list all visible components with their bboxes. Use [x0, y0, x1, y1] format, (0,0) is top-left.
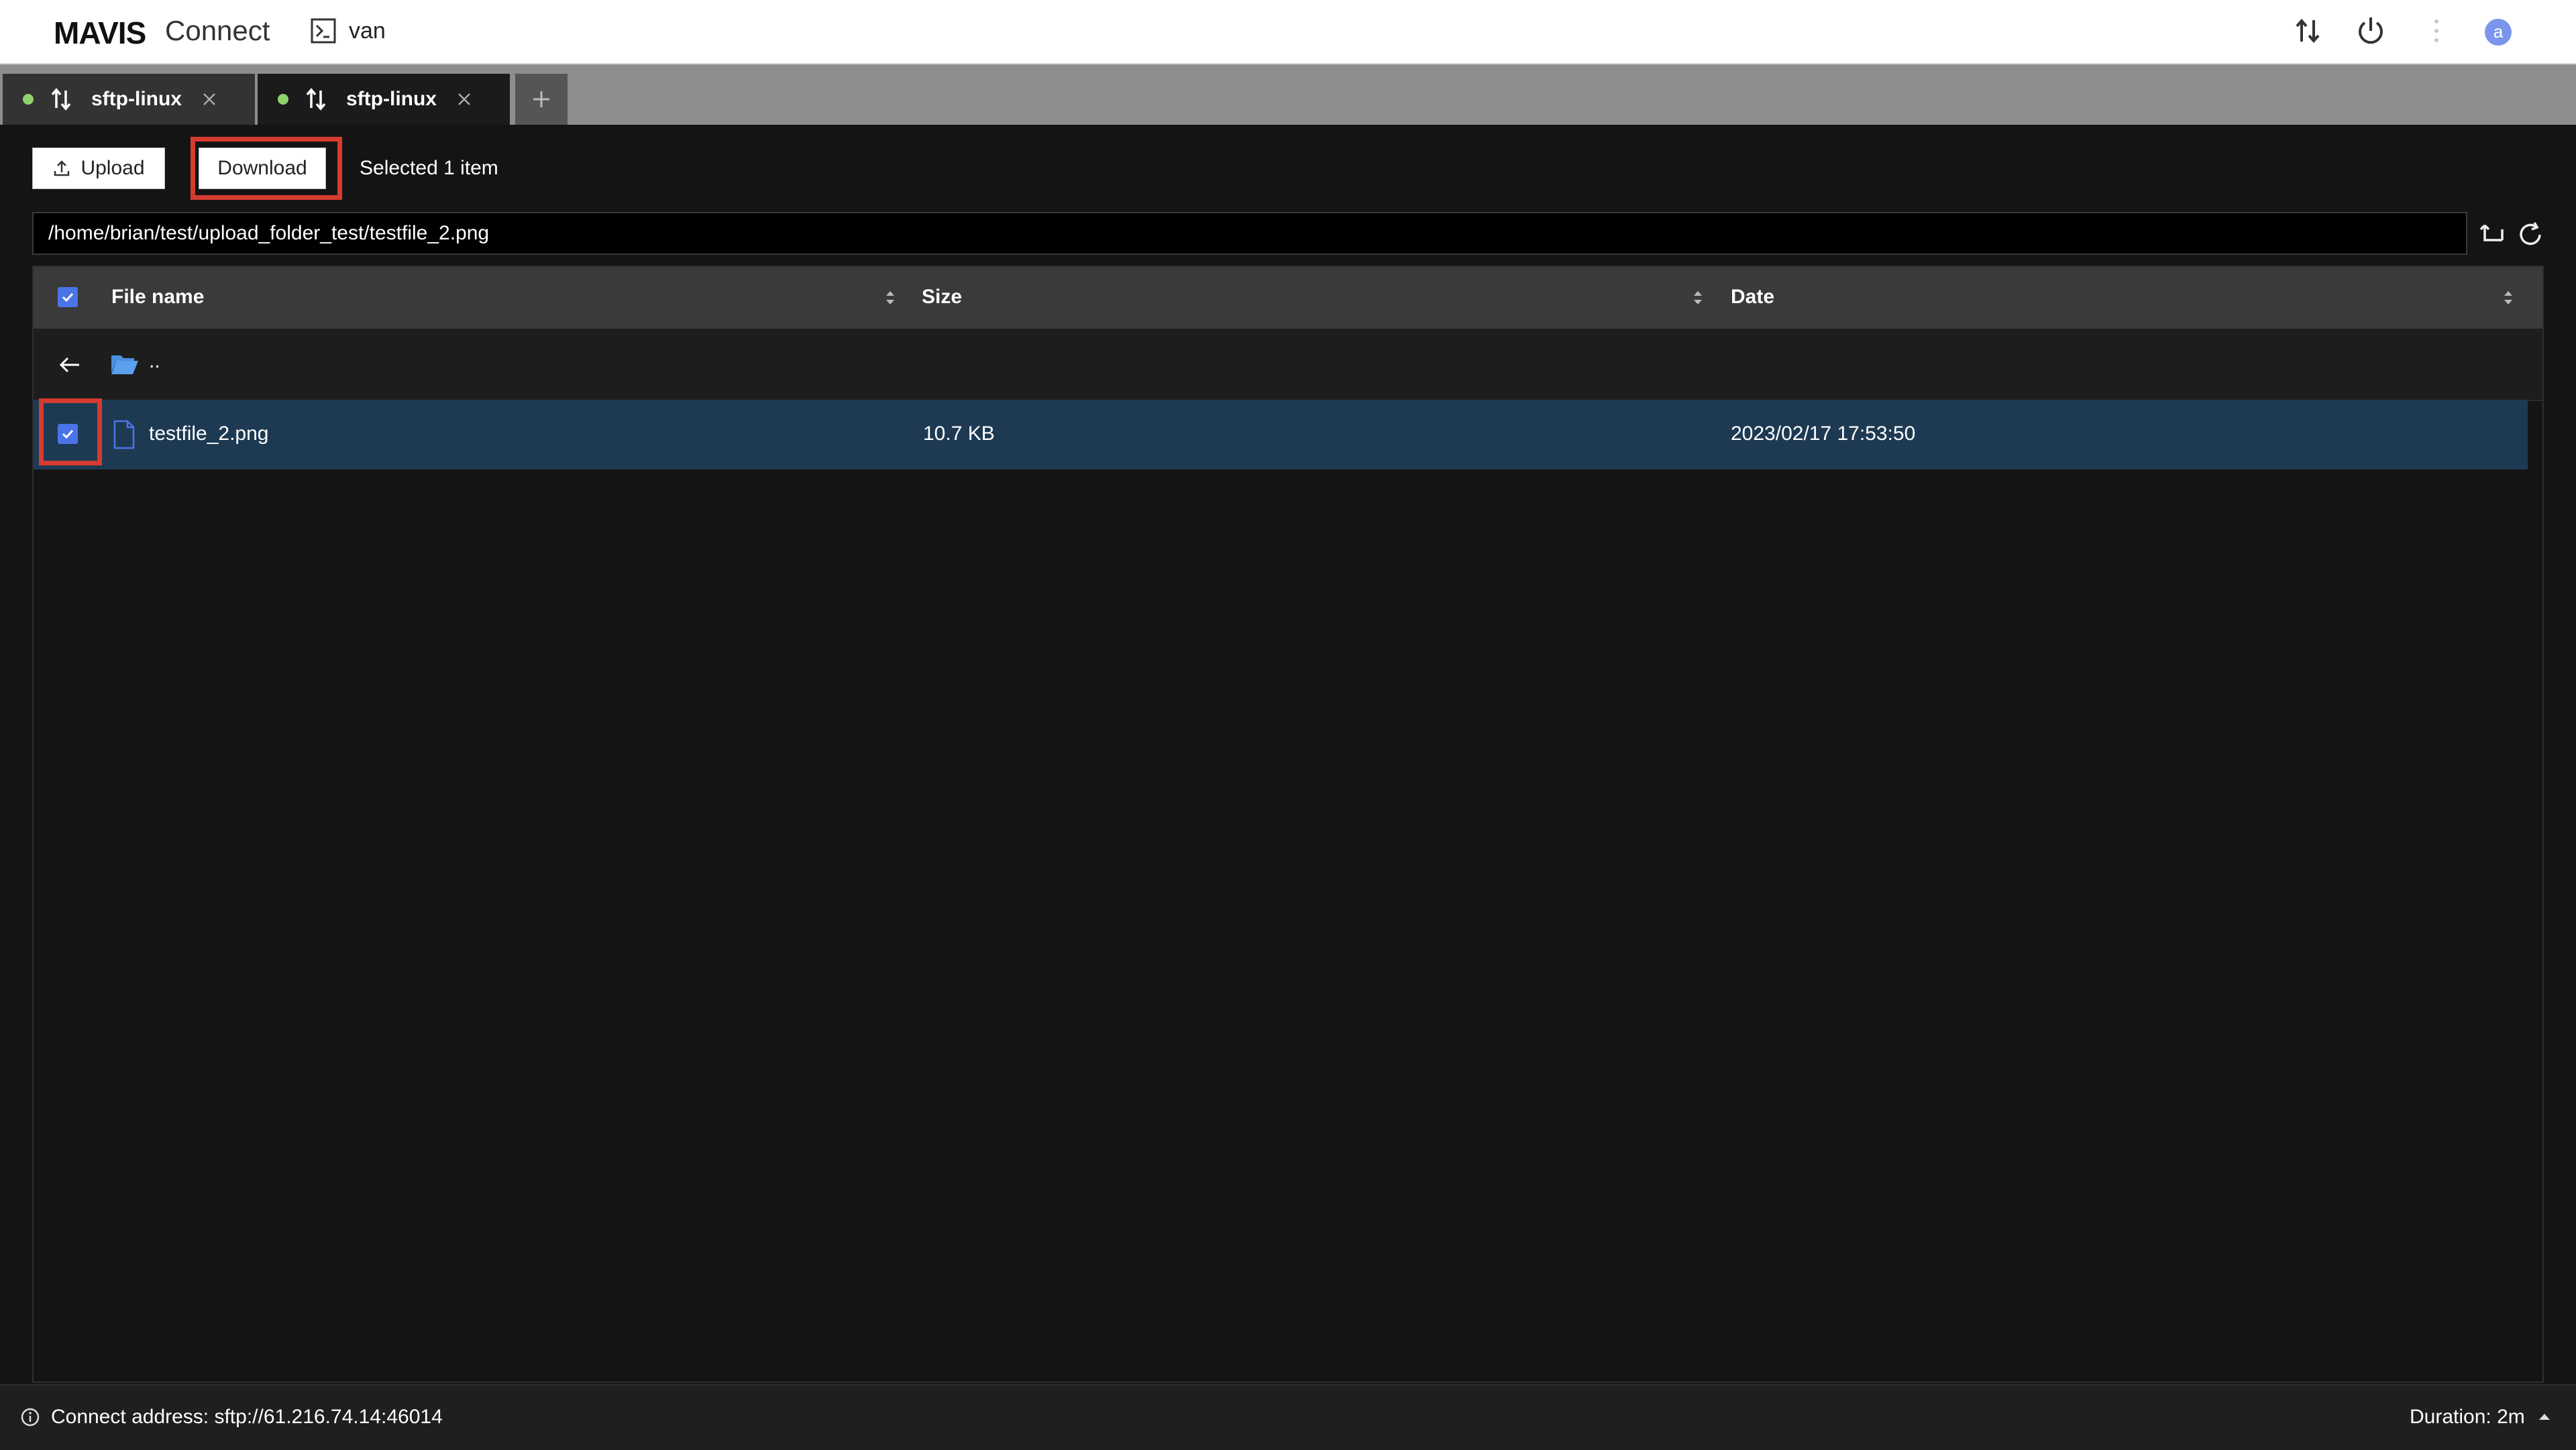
sort-icon[interactable]	[2502, 287, 2514, 309]
add-tab-button[interactable]	[515, 74, 568, 125]
connect-address: Connect address: sftp://61.216.74.14:460…	[51, 1406, 443, 1428]
session-duration: Duration: 2m	[2410, 1406, 2525, 1428]
tab-label: sftp-linux	[346, 88, 437, 110]
top-bar: MAVIS Connect van a	[0, 0, 2576, 64]
caret-up-icon[interactable]	[2537, 1410, 2552, 1425]
table-header: File name Size Date	[34, 267, 2542, 329]
tab-bar: sftp-linux sftp-linux	[0, 64, 2576, 125]
transfer-icon	[303, 87, 329, 112]
app-logo: MAVIS	[54, 15, 146, 50]
sort-icon[interactable]	[884, 287, 896, 309]
file-icon	[113, 420, 136, 449]
info-icon	[20, 1407, 40, 1427]
back-arrow-icon[interactable]	[58, 353, 82, 377]
column-header-date[interactable]: Date	[1731, 286, 1774, 309]
file-size: 10.7 KB	[923, 423, 995, 445]
power-icon[interactable]	[2355, 15, 2387, 47]
upload-icon	[52, 159, 71, 178]
file-name: testfile_2.png	[149, 423, 269, 445]
path-bar[interactable]	[32, 212, 2467, 255]
tab-label: sftp-linux	[91, 88, 182, 110]
path-input[interactable]	[34, 213, 2466, 254]
select-all-checkbox[interactable]	[58, 287, 78, 307]
download-highlight	[191, 137, 342, 200]
close-icon[interactable]	[457, 92, 472, 107]
app-brand-name: Connect	[165, 15, 270, 46]
row-checkbox-highlight	[39, 398, 102, 465]
parent-directory-row[interactable]: ..	[34, 329, 2542, 401]
selection-count: Selected 1 item	[360, 157, 498, 179]
column-header-size[interactable]: Size	[922, 286, 962, 309]
more-vertical-icon[interactable]	[2420, 15, 2453, 47]
file-date: 2023/02/17 17:53:50	[1731, 423, 1916, 445]
tab-sftp-linux-1[interactable]: sftp-linux	[3, 74, 255, 125]
column-header-file-name[interactable]: File name	[111, 286, 204, 309]
table-row[interactable]: testfile_2.png 10.7 KB 2023/02/17 17:53:…	[34, 400, 2528, 469]
session-name: van	[349, 17, 386, 44]
status-bar: Connect address: sftp://61.216.74.14:460…	[0, 1384, 2576, 1450]
folder-open-icon	[110, 351, 140, 376]
connected-status-dot	[278, 94, 288, 105]
refresh-icon[interactable]	[2516, 220, 2545, 249]
transfer-icon[interactable]	[2292, 15, 2324, 47]
parent-directory-label: ..	[149, 350, 160, 372]
avatar[interactable]: a	[2485, 19, 2512, 46]
terminal-icon	[310, 17, 337, 44]
plus-icon	[531, 89, 552, 110]
sort-icon[interactable]	[1692, 287, 1704, 309]
session-selector[interactable]: van	[310, 13, 386, 48]
close-icon[interactable]	[202, 92, 217, 107]
file-table: File name Size Date .. testfile_2.png 10…	[32, 266, 2544, 1383]
connected-status-dot	[23, 94, 34, 105]
tab-sftp-linux-2[interactable]: sftp-linux	[258, 74, 510, 125]
upload-button-label: Upload	[80, 157, 145, 179]
transfer-icon	[48, 87, 74, 112]
go-up-icon[interactable]	[2478, 220, 2508, 249]
upload-button[interactable]: Upload	[32, 148, 165, 189]
